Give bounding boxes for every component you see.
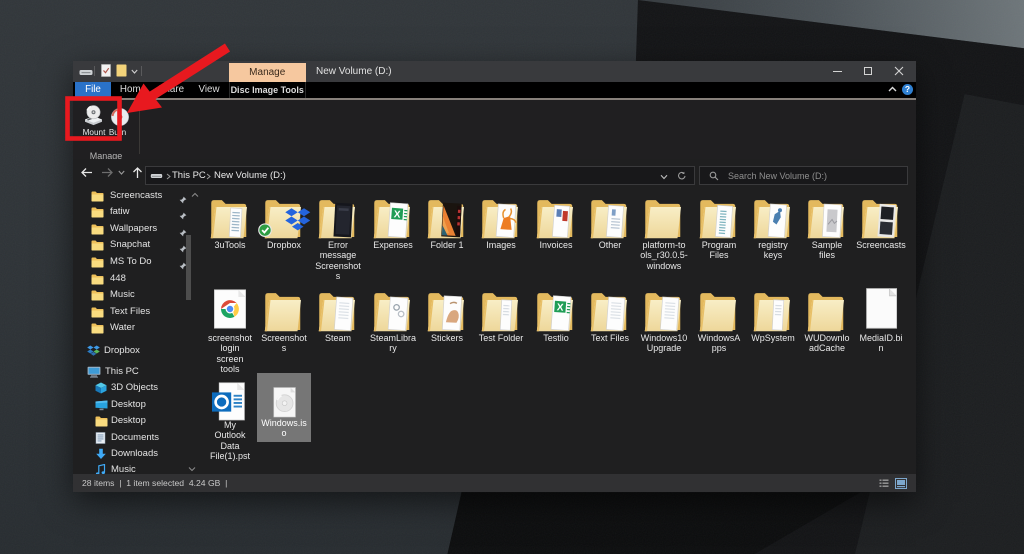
svg-text:X: X	[556, 302, 564, 313]
svg-text:X: X	[393, 209, 401, 220]
